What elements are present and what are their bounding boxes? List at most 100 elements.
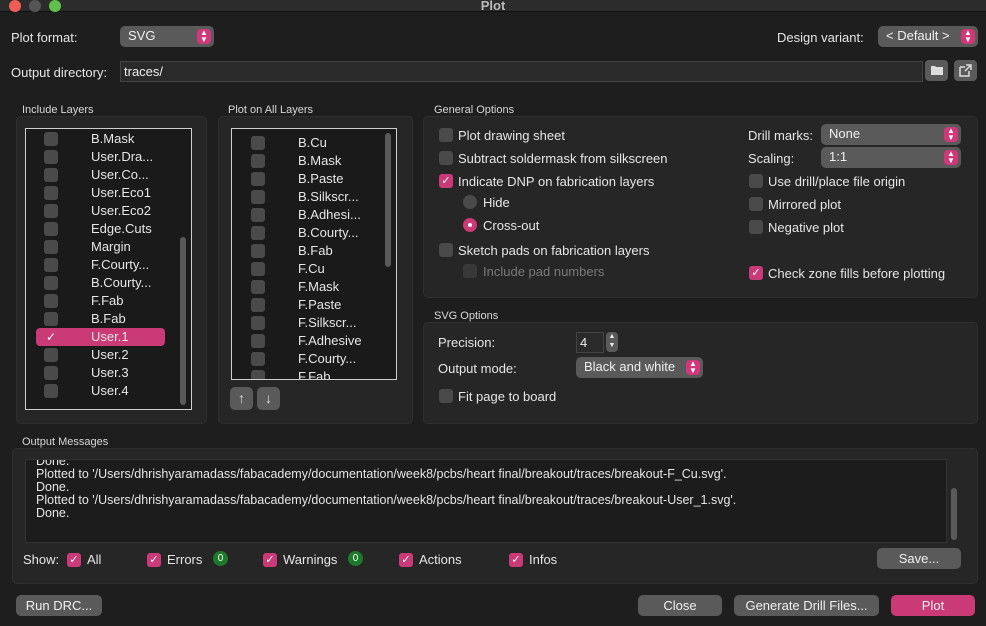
layer-checkbox[interactable] (44, 276, 58, 290)
layer-checkbox[interactable] (251, 298, 265, 312)
layer-checkbox[interactable] (44, 384, 58, 398)
move-down-button[interactable]: ↓ (257, 387, 280, 410)
layer-checkbox[interactable] (251, 190, 265, 204)
save-messages-button[interactable]: Save... (877, 548, 961, 569)
include-layer-item[interactable]: User.2 (26, 346, 191, 364)
output-messages-scrollbar[interactable] (951, 488, 957, 540)
all-layer-item[interactable]: F.Fab (232, 368, 396, 379)
generate-drill-files-button[interactable]: Generate Drill Files... (734, 595, 879, 616)
cross-out-radio[interactable] (463, 218, 477, 232)
all-layer-item[interactable]: F.Paste (232, 296, 396, 314)
include-layer-item[interactable]: Edge.Cuts (26, 220, 191, 238)
include-layer-item[interactable]: User.Eco1 (26, 184, 191, 202)
include-layer-item[interactable]: User.Co... (26, 166, 191, 184)
include-layer-item[interactable]: User.4 (26, 382, 191, 400)
layer-checkbox[interactable] (44, 348, 58, 362)
layer-checkbox[interactable] (251, 208, 265, 222)
drill-marks-select[interactable]: None ▲ ▼ (821, 124, 961, 145)
output-directory-input[interactable]: traces/ (120, 61, 923, 82)
layer-checkbox[interactable] (44, 222, 58, 236)
use-drill-origin-checkbox[interactable] (749, 174, 763, 188)
layer-checkbox[interactable] (44, 366, 58, 380)
all-layer-item[interactable]: B.Mask (232, 152, 396, 170)
layer-checkbox[interactable] (251, 370, 265, 379)
layer-checkbox[interactable] (251, 226, 265, 240)
layer-checkbox[interactable] (44, 132, 58, 146)
include-layer-item[interactable]: F.Courty... (26, 256, 191, 274)
show-all-checkbox[interactable]: ✓ (67, 553, 81, 567)
include-layer-item[interactable]: B.Courty... (26, 274, 191, 292)
all-layer-item[interactable]: F.Courty... (232, 350, 396, 368)
all-layer-item[interactable]: B.Silkscr... (232, 188, 396, 206)
layer-checkbox[interactable] (251, 334, 265, 348)
show-warnings-checkbox[interactable]: ✓ (263, 553, 277, 567)
all-layer-item[interactable]: B.Paste (232, 170, 396, 188)
move-up-button[interactable]: ↑ (230, 387, 253, 410)
negative-plot-checkbox[interactable] (749, 220, 763, 234)
show-infos-checkbox[interactable]: ✓ (509, 553, 523, 567)
layer-checkbox[interactable] (251, 244, 265, 258)
plot-format-select[interactable]: SVG ▲ ▼ (120, 26, 214, 47)
precision-input[interactable]: 4 (576, 332, 604, 353)
run-drc-button[interactable]: Run DRC... (16, 595, 102, 616)
layer-checkbox[interactable] (251, 154, 265, 168)
show-errors-checkbox[interactable]: ✓ (147, 553, 161, 567)
all-layer-item[interactable]: B.Fab (232, 242, 396, 260)
include-layer-item[interactable]: B.Fab (26, 310, 191, 328)
browse-folder-button[interactable] (925, 60, 948, 81)
layer-checkbox[interactable] (44, 168, 58, 182)
layer-checkbox[interactable]: ✓ (44, 330, 58, 344)
layer-checkbox[interactable] (251, 316, 265, 330)
indicate-dnp-checkbox[interactable]: ✓ (439, 174, 453, 188)
plot-all-layers-scrollbar[interactable] (385, 133, 391, 267)
include-layer-item[interactable]: User.Eco2 (26, 202, 191, 220)
layer-checkbox[interactable] (251, 262, 265, 276)
plot-drawing-sheet-checkbox[interactable] (439, 128, 453, 142)
include-layer-item[interactable]: User.Dra... (26, 148, 191, 166)
include-layer-item[interactable]: B.Mask (26, 130, 191, 148)
show-actions-checkbox[interactable]: ✓ (399, 553, 413, 567)
include-layer-item[interactable]: Margin (26, 238, 191, 256)
precision-stepper[interactable]: ▲ ▼ (606, 332, 618, 352)
output-mode-select[interactable]: Black and white ▲ ▼ (576, 357, 703, 378)
include-pad-numbers-checkbox[interactable] (463, 264, 477, 278)
layer-checkbox[interactable] (44, 204, 58, 218)
include-layers-scrollbar[interactable] (180, 237, 186, 405)
layer-checkbox[interactable] (251, 136, 265, 150)
layer-checkbox[interactable] (251, 352, 265, 366)
sketch-pads-checkbox[interactable] (439, 243, 453, 257)
all-layer-item[interactable]: B.Adhesi... (232, 206, 396, 224)
layer-label: F.Courty... (91, 257, 150, 272)
include-layers-list[interactable]: B.Mask User.Dra... User.Co... User.Eco1 User… (25, 128, 192, 410)
include-layer-item[interactable]: F.Fab (26, 292, 191, 310)
scaling-select[interactable]: 1:1 ▲ ▼ (821, 147, 961, 168)
layer-checkbox[interactable] (44, 186, 58, 200)
include-layer-item[interactable]: User.3 (26, 364, 191, 382)
layer-checkbox[interactable] (251, 172, 265, 186)
layer-checkbox[interactable] (251, 280, 265, 294)
layer-checkbox[interactable] (44, 258, 58, 272)
layer-checkbox[interactable] (44, 312, 58, 326)
layer-checkbox[interactable] (44, 294, 58, 308)
all-layer-item[interactable]: B.Courty... (232, 224, 396, 242)
mirrored-plot-checkbox[interactable] (749, 197, 763, 211)
fit-page-checkbox[interactable] (439, 389, 453, 403)
hide-radio[interactable] (463, 195, 477, 209)
check-zone-fills-checkbox[interactable]: ✓ (749, 266, 763, 280)
subtract-soldermask-checkbox[interactable] (439, 151, 453, 165)
close-button[interactable]: Close (638, 595, 722, 616)
all-layer-item[interactable]: F.Silkscr... (232, 314, 396, 332)
plot-button[interactable]: Plot (891, 595, 975, 616)
message-line: Plotted to '/Users/dhrishyaramadass/faba… (36, 467, 727, 481)
design-variant-select[interactable]: < Default > ▲ ▼ (878, 26, 978, 47)
all-layer-item[interactable]: F.Mask (232, 278, 396, 296)
all-layer-item[interactable]: F.Adhesive (232, 332, 396, 350)
include-layer-item[interactable]: ✓ User.1 (36, 328, 165, 346)
all-layer-item[interactable]: F.Cu (232, 260, 396, 278)
open-directory-button[interactable] (954, 60, 977, 81)
plot-all-layers-list[interactable]: B.Cu B.Mask B.Paste B.Silkscr... B.Adhesi...… (231, 128, 397, 380)
output-messages-log[interactable]: Done. Plotted to '/Users/dhrishyaramadass… (25, 459, 947, 543)
all-layer-item[interactable]: B.Cu (232, 134, 396, 152)
layer-checkbox[interactable] (44, 150, 58, 164)
layer-checkbox[interactable] (44, 240, 58, 254)
